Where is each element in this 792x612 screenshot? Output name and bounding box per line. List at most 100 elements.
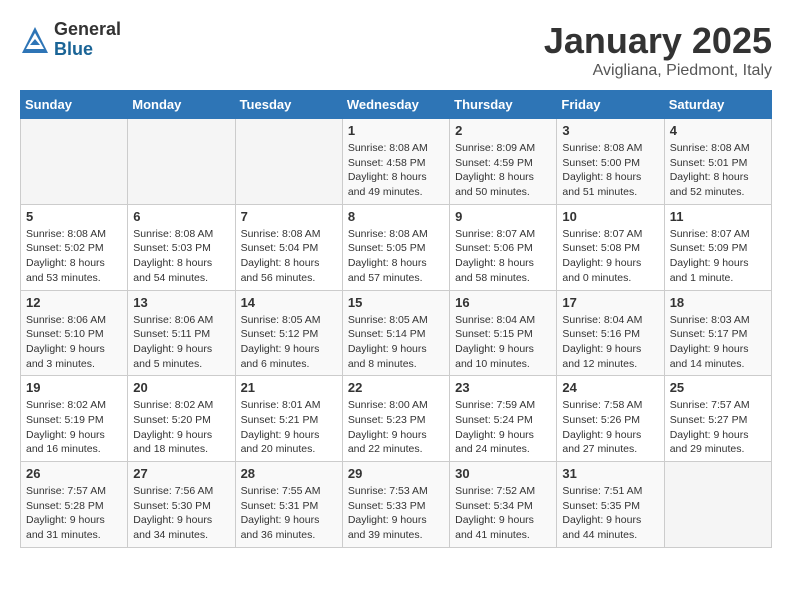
day-number: 13: [133, 295, 229, 310]
weekday-header-sunday: Sunday: [21, 91, 128, 119]
day-info: Sunrise: 7:59 AM Sunset: 5:24 PM Dayligh…: [455, 398, 551, 457]
calendar-cell: 10 Sunrise: 8:07 AM Sunset: 5:08 PM Dayli…: [557, 204, 664, 290]
day-info: Sunrise: 8:09 AM Sunset: 4:59 PM Dayligh…: [455, 141, 551, 200]
day-number: 5: [26, 209, 122, 224]
day-info: Sunrise: 8:00 AM Sunset: 5:23 PM Dayligh…: [348, 398, 444, 457]
day-info: Sunrise: 8:02 AM Sunset: 5:20 PM Dayligh…: [133, 398, 229, 457]
day-number: 30: [455, 466, 551, 481]
calendar-cell: 17Sunrise: 8:04 AM Sunset: 5:16 PM Dayli…: [557, 290, 664, 376]
calendar-cell: 9 Sunrise: 8:07 AM Sunset: 5:06 PM Daylig…: [450, 204, 557, 290]
day-number: 12: [26, 295, 122, 310]
weekday-header-wednesday: Wednesday: [342, 91, 449, 119]
calendar-cell: 23 Sunrise: 7:59 AM Sunset: 5:24 PM Dayli…: [450, 376, 557, 462]
day-info: Sunrise: 8:07 AM Sunset: 5:09 PM Dayligh…: [670, 227, 766, 286]
day-info: Sunrise: 7:57 AM Sunset: 5:27 PM Dayligh…: [670, 398, 766, 457]
day-number: 10: [562, 209, 658, 224]
calendar-cell: 19 Sunrise: 8:02 AM Sunset: 5:19 PM Dayli…: [21, 376, 128, 462]
logo-icon: [20, 25, 50, 55]
calendar-cell: 3 Sunrise: 8:08 AM Sunset: 5:00 PM Daylig…: [557, 119, 664, 205]
day-info: Sunrise: 8:08 AM Sunset: 5:05 PM Dayligh…: [348, 227, 444, 286]
month-title: January 2025: [544, 20, 772, 62]
calendar-cell: 26Sunrise: 7:57 AM Sunset: 5:28 PM Dayli…: [21, 462, 128, 548]
day-info: Sunrise: 8:07 AM Sunset: 5:08 PM Dayligh…: [562, 227, 658, 286]
calendar-cell: 21 Sunrise: 8:01 AM Sunset: 5:21 PM Dayli…: [235, 376, 342, 462]
day-number: 31: [562, 466, 658, 481]
day-info: Sunrise: 8:08 AM Sunset: 5:00 PM Dayligh…: [562, 141, 658, 200]
day-number: 15: [348, 295, 444, 310]
weekday-header-tuesday: Tuesday: [235, 91, 342, 119]
day-number: 4: [670, 123, 766, 138]
day-info: Sunrise: 7:58 AM Sunset: 5:26 PM Dayligh…: [562, 398, 658, 457]
calendar-cell: 2 Sunrise: 8:09 AM Sunset: 4:59 PM Daylig…: [450, 119, 557, 205]
calendar-cell: 16 Sunrise: 8:04 AM Sunset: 5:15 PM Dayli…: [450, 290, 557, 376]
calendar-cell: 11 Sunrise: 8:07 AM Sunset: 5:09 PM Dayli…: [664, 204, 771, 290]
day-number: 2: [455, 123, 551, 138]
calendar-cell: 6Sunrise: 8:08 AM Sunset: 5:03 PM Daylig…: [128, 204, 235, 290]
weekday-header-saturday: Saturday: [664, 91, 771, 119]
calendar-cell: 14 Sunrise: 8:05 AM Sunset: 5:12 PM Dayli…: [235, 290, 342, 376]
calendar-cell: 4Sunrise: 8:08 AM Sunset: 5:01 PM Daylig…: [664, 119, 771, 205]
day-number: 8: [348, 209, 444, 224]
day-info: Sunrise: 8:08 AM Sunset: 4:58 PM Dayligh…: [348, 141, 444, 200]
location: Avigliana, Piedmont, Italy: [544, 62, 772, 80]
day-info: Sunrise: 8:04 AM Sunset: 5:15 PM Dayligh…: [455, 313, 551, 372]
day-info: Sunrise: 7:52 AM Sunset: 5:34 PM Dayligh…: [455, 484, 551, 543]
calendar-cell: [664, 462, 771, 548]
day-info: Sunrise: 8:08 AM Sunset: 5:04 PM Dayligh…: [241, 227, 337, 286]
calendar-cell: 1Sunrise: 8:08 AM Sunset: 4:58 PM Daylig…: [342, 119, 449, 205]
calendar-cell: 27 Sunrise: 7:56 AM Sunset: 5:30 PM Dayli…: [128, 462, 235, 548]
day-info: Sunrise: 8:05 AM Sunset: 5:14 PM Dayligh…: [348, 313, 444, 372]
day-info: Sunrise: 8:07 AM Sunset: 5:06 PM Dayligh…: [455, 227, 551, 286]
calendar-cell: 18 Sunrise: 8:03 AM Sunset: 5:17 PM Dayli…: [664, 290, 771, 376]
day-info: Sunrise: 7:53 AM Sunset: 5:33 PM Dayligh…: [348, 484, 444, 543]
day-number: 29: [348, 466, 444, 481]
day-number: 22: [348, 380, 444, 395]
day-number: 26: [26, 466, 122, 481]
day-number: 25: [670, 380, 766, 395]
day-number: 14: [241, 295, 337, 310]
calendar-cell: 20 Sunrise: 8:02 AM Sunset: 5:20 PM Dayli…: [128, 376, 235, 462]
calendar-cell: 25 Sunrise: 7:57 AM Sunset: 5:27 PM Dayli…: [664, 376, 771, 462]
calendar-cell: [235, 119, 342, 205]
day-number: 16: [455, 295, 551, 310]
calendar-cell: 15 Sunrise: 8:05 AM Sunset: 5:14 PM Dayli…: [342, 290, 449, 376]
calendar-cell: 12 Sunrise: 8:06 AM Sunset: 5:10 PM Dayli…: [21, 290, 128, 376]
title-block: January 2025 Avigliana, Piedmont, Italy: [544, 20, 772, 80]
day-info: Sunrise: 7:51 AM Sunset: 5:35 PM Dayligh…: [562, 484, 658, 543]
day-info: Sunrise: 8:03 AM Sunset: 5:17 PM Dayligh…: [670, 313, 766, 372]
calendar-cell: 30 Sunrise: 7:52 AM Sunset: 5:34 PM Dayli…: [450, 462, 557, 548]
day-number: 20: [133, 380, 229, 395]
day-number: 23: [455, 380, 551, 395]
calendar-cell: 22 Sunrise: 8:00 AM Sunset: 5:23 PM Dayli…: [342, 376, 449, 462]
day-number: 3: [562, 123, 658, 138]
day-info: Sunrise: 8:06 AM Sunset: 5:10 PM Dayligh…: [26, 313, 122, 372]
day-number: 27: [133, 466, 229, 481]
day-number: 19: [26, 380, 122, 395]
logo-general: General: [54, 20, 121, 40]
weekday-header-thursday: Thursday: [450, 91, 557, 119]
weekday-header-monday: Monday: [128, 91, 235, 119]
day-number: 11: [670, 209, 766, 224]
calendar-cell: 8 Sunrise: 8:08 AM Sunset: 5:05 PM Daylig…: [342, 204, 449, 290]
day-info: Sunrise: 8:06 AM Sunset: 5:11 PM Dayligh…: [133, 313, 229, 372]
day-number: 9: [455, 209, 551, 224]
calendar-cell: 24Sunrise: 7:58 AM Sunset: 5:26 PM Dayli…: [557, 376, 664, 462]
logo-blue: Blue: [54, 40, 121, 60]
day-number: 21: [241, 380, 337, 395]
day-info: Sunrise: 8:08 AM Sunset: 5:02 PM Dayligh…: [26, 227, 122, 286]
page-header: General Blue January 2025 Avigliana, Pie…: [20, 20, 772, 80]
day-number: 18: [670, 295, 766, 310]
day-number: 17: [562, 295, 658, 310]
calendar-cell: 29 Sunrise: 7:53 AM Sunset: 5:33 PM Dayli…: [342, 462, 449, 548]
day-info: Sunrise: 8:05 AM Sunset: 5:12 PM Dayligh…: [241, 313, 337, 372]
calendar-cell: 28Sunrise: 7:55 AM Sunset: 5:31 PM Dayli…: [235, 462, 342, 548]
day-info: Sunrise: 7:56 AM Sunset: 5:30 PM Dayligh…: [133, 484, 229, 543]
calendar-cell: 5 Sunrise: 8:08 AM Sunset: 5:02 PM Daylig…: [21, 204, 128, 290]
calendar-cell: [128, 119, 235, 205]
day-number: 7: [241, 209, 337, 224]
calendar-cell: 7 Sunrise: 8:08 AM Sunset: 5:04 PM Daylig…: [235, 204, 342, 290]
calendar-table: SundayMondayTuesdayWednesdayThursdayFrid…: [20, 90, 772, 548]
day-info: Sunrise: 8:02 AM Sunset: 5:19 PM Dayligh…: [26, 398, 122, 457]
logo: General Blue: [20, 20, 121, 60]
day-info: Sunrise: 8:01 AM Sunset: 5:21 PM Dayligh…: [241, 398, 337, 457]
